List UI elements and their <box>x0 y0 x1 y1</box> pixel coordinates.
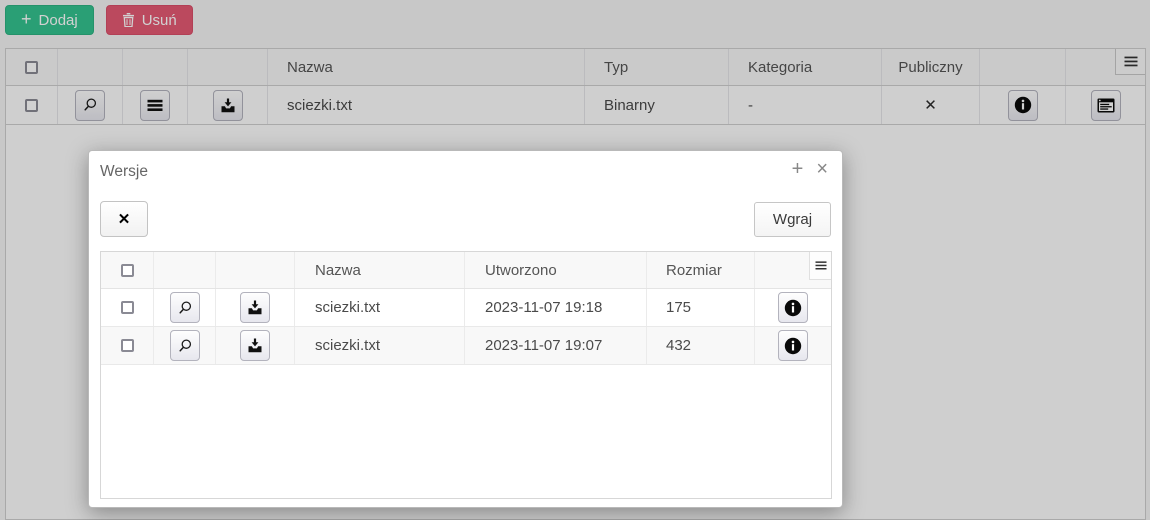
version-name: sciezki.txt <box>295 327 465 364</box>
modal-window-controls: + × <box>792 159 828 179</box>
x-icon: ✕ <box>118 210 131 228</box>
version-info-button[interactable] <box>778 330 808 361</box>
versions-table: Nazwa Utworzono Rozmiar <box>100 251 832 499</box>
info-icon <box>784 337 802 355</box>
download-icon <box>247 300 263 315</box>
vheader-download-column <box>216 252 295 288</box>
versions-table-header: Nazwa Utworzono Rozmiar <box>101 252 831 289</box>
version-preview-button[interactable] <box>170 292 200 323</box>
modal-title: Wersje <box>100 163 148 181</box>
versions-select-all-checkbox[interactable] <box>121 264 134 277</box>
close-icon[interactable]: × <box>816 159 828 179</box>
version-name: sciezki.txt <box>295 289 465 326</box>
version-created: 2023-11-07 19:18 <box>465 289 647 326</box>
versions-column-chooser-button[interactable] <box>809 252 831 280</box>
info-icon <box>784 299 802 317</box>
download-icon <box>247 338 263 353</box>
version-size: 432 <box>647 327 755 364</box>
vheader-created: Utworzono <box>465 252 647 288</box>
upload-button-label: Wgraj <box>773 211 812 228</box>
version-download-button[interactable] <box>240 330 270 361</box>
vheader-size: Rozmiar <box>647 252 755 288</box>
version-preview-button[interactable] <box>170 330 200 361</box>
version-download-button[interactable] <box>240 292 270 323</box>
vheader-name: Nazwa <box>295 252 465 288</box>
version-checkbox[interactable] <box>121 339 134 352</box>
version-size: 175 <box>647 289 755 326</box>
hamburger-icon <box>815 261 827 270</box>
versions-modal: Wersje + × ✕ Wgraj Nazwa Utworzono Rozmi… <box>88 150 843 508</box>
version-row[interactable]: sciezki.txt 2023-11-07 19:07 432 <box>101 327 831 365</box>
maximize-icon[interactable]: + <box>792 159 804 179</box>
version-created: 2023-11-07 19:07 <box>465 327 647 364</box>
clear-selection-button[interactable]: ✕ <box>100 201 148 237</box>
vheader-preview-column <box>154 252 216 288</box>
search-icon <box>177 338 193 354</box>
version-checkbox[interactable] <box>121 301 134 314</box>
upload-button[interactable]: Wgraj <box>754 202 831 237</box>
search-icon <box>177 300 193 316</box>
version-row[interactable]: sciezki.txt 2023-11-07 19:18 175 <box>101 289 831 327</box>
version-info-button[interactable] <box>778 292 808 323</box>
